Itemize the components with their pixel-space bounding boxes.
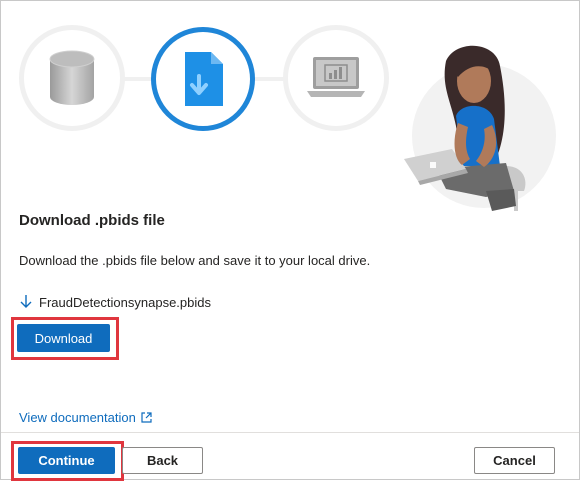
file-name: FraudDetectionsynapse.pbids xyxy=(39,294,211,310)
description-text: Download the .pbids file below and save … xyxy=(19,253,371,268)
back-button[interactable]: Back xyxy=(122,447,203,474)
page-title: Download .pbids file xyxy=(19,212,165,229)
database-icon xyxy=(49,50,95,105)
step-2 xyxy=(151,27,255,131)
external-link-icon xyxy=(141,412,152,423)
report-laptop-icon xyxy=(307,57,365,97)
file-row: FraudDetectionsynapse.pbids xyxy=(19,294,211,310)
step-1 xyxy=(19,25,125,131)
view-documentation-link[interactable]: View documentation xyxy=(19,410,152,425)
view-documentation-label: View documentation xyxy=(19,410,136,425)
cancel-button[interactable]: Cancel xyxy=(474,447,555,474)
stepper xyxy=(19,25,389,135)
download-arrow-icon xyxy=(20,295,32,308)
download-button[interactable]: Download xyxy=(17,324,110,352)
footer-divider xyxy=(1,432,579,433)
download-file-icon xyxy=(185,52,223,106)
woman-with-laptop-image xyxy=(404,45,556,211)
step-3 xyxy=(283,25,389,131)
continue-button[interactable]: Continue xyxy=(18,447,115,474)
illustration-person-laptop xyxy=(396,41,566,216)
dialog: Download .pbids file Download the .pbids… xyxy=(0,0,580,481)
